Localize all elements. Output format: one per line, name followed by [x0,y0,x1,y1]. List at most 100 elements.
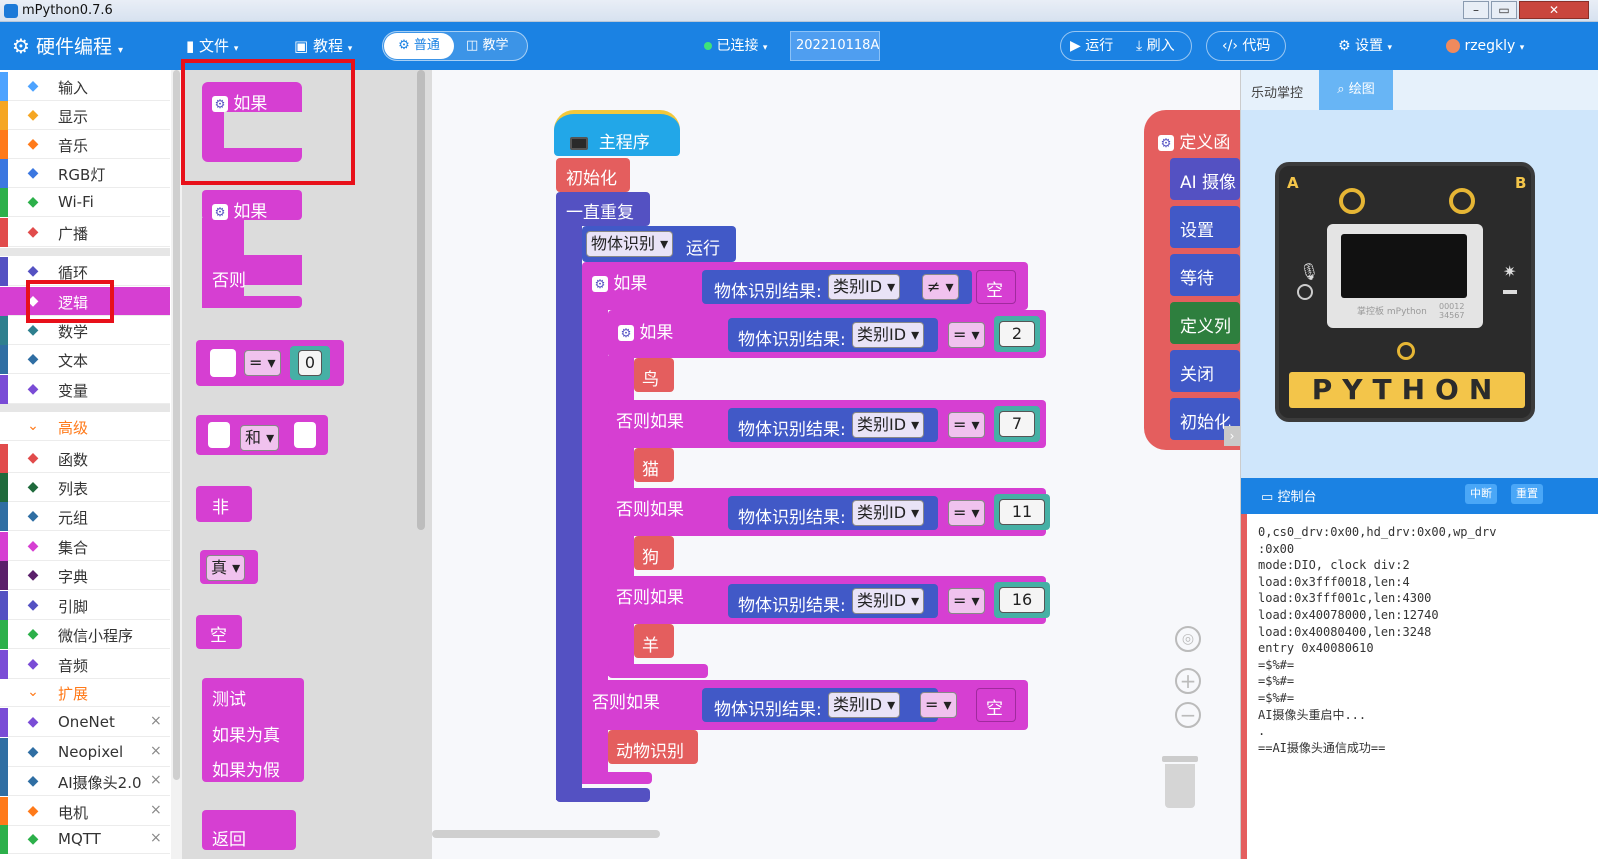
compare-op-dropdown[interactable]: = ▾ [244,350,281,376]
device-name-field[interactable]: 202210118AI [790,31,880,61]
number-value[interactable]: 7 [999,411,1035,437]
sidebar-item-17[interactable]: ◆ 引脚 [0,591,170,620]
flyout-scroll-thumb[interactable] [417,70,425,530]
tuple-icon: ◆ [27,508,39,524]
sidebar-item-19[interactable]: ◆ 音频 [0,650,170,679]
sidebar-item-18[interactable]: ◆ 微信小程序 [0,620,170,649]
sidebar-item-23[interactable]: ◆ AI摄像头2.0 × [0,767,170,796]
category-scrollbar[interactable] [171,70,182,859]
number-value[interactable]: 0 [298,350,322,376]
object-detect-dropdown[interactable]: 物体识别 ▾ [586,231,674,257]
sidebar-item-2[interactable]: ◆ 音乐 [0,130,170,159]
outer-if-arm [582,306,608,736]
brand-menu[interactable]: ⚙ 硬件编程 ▾ [12,22,123,70]
eq-dropdown[interactable]: = ▾ [920,692,957,718]
console-line: :0x00 [1258,541,1295,556]
sidebar-item-3[interactable]: ◆ RGB灯 [0,159,170,188]
sidebar-item-14[interactable]: ◆ 元组 [0,502,170,531]
category-scroll-thumb[interactable] [173,70,180,780]
eq-dropdown[interactable]: = ▾ [948,322,985,348]
null-label: 空 [210,626,227,646]
brand-label: 硬件编程 [35,36,112,58]
def-item-label: 等待 [1180,269,1214,289]
sidebar-item-22[interactable]: ◆ Neopixel × [0,738,170,767]
tab-board-control[interactable]: 乐动掌控 [1251,82,1303,101]
zoom-out-icon[interactable]: − [1175,702,1201,728]
sidebar-item-20[interactable]: ⌄ 扩展 [0,678,170,707]
sidebar-item-15[interactable]: ◆ 集合 [0,532,170,561]
sidebar-item-9[interactable]: ◆ 文本 [0,345,170,374]
interrupt-button[interactable]: 中断 [1465,484,1497,504]
eq-dropdown[interactable]: = ▾ [948,588,985,614]
true-dropdown[interactable]: 真 ▾ [206,555,246,581]
sidebar-item-13[interactable]: ◆ 列表 [0,473,170,502]
mode-normal-button[interactable]: ⚙ 普通 [384,33,454,59]
flyout-scrollbar[interactable] [416,70,426,530]
button-b[interactable] [1449,188,1475,214]
class-id-dropdown[interactable]: 类别ID ▾ [828,692,901,718]
if-label: 如果 [613,274,648,294]
console-output[interactable]: 0,cs0_drv:0x00,hd_drv:0x00,wp_drv:0x00 mo… [1258,524,1496,756]
block-workspace[interactable]: 主程序 初始化 一直重复 物体识别 ▾ 运行 ⚙ 如果 物体识别结果: 类别ID… [432,70,1240,859]
gear-icon[interactable]: ⚙ [592,276,608,292]
number-value[interactable]: 2 [999,321,1035,347]
zoom-in-icon[interactable]: + [1175,668,1201,694]
class-id-dropdown[interactable]: 类别ID ▾ [828,274,901,300]
remove-extension-icon[interactable]: × [150,772,162,788]
sidebar-item-0[interactable]: ◆ 输入 [0,72,170,101]
recenter-icon[interactable]: ◎ [1175,626,1201,652]
gear-icon[interactable]: ⚙ [1158,135,1174,151]
mic-icon: 🎙 [1299,262,1320,281]
sidebar-item-1[interactable]: ◆ 显示 [0,101,170,130]
elif-label: 否则如果 [592,693,660,713]
button-a[interactable] [1339,188,1365,214]
tab-draw[interactable]: ⌕ 绘图 [1319,70,1393,110]
minimize-button[interactable]: – [1463,1,1489,19]
chevron-down-icon: ⌄ [27,418,39,434]
close-button[interactable]: ✕ [1519,1,1589,19]
sidebar-item-10[interactable]: ◆ 变量 [0,375,170,404]
remove-extension-icon[interactable]: × [150,743,162,759]
class-id-dropdown[interactable]: 类别ID ▾ [852,588,925,614]
neq-dropdown[interactable]: ≠ ▾ [922,274,959,300]
sidebar-item-12[interactable]: ◆ 函数 [0,444,170,473]
gear-icon[interactable]: ⚙ [618,325,634,341]
light-slider-icon[interactable] [1503,290,1517,294]
user-menu[interactable]: rzegkly ▾ [1446,22,1524,70]
detect-result-label: 物体识别结果: [738,330,846,350]
workspace-hscrollbar[interactable] [432,830,660,838]
init-label: 初始化 [566,169,617,189]
eq-dropdown[interactable]: = ▾ [948,412,985,438]
elif-label: 否则如果 [616,500,684,520]
class-id-dropdown[interactable]: 类别ID ▾ [852,500,925,526]
sidebar-item-21[interactable]: ◆ OneNet × [0,708,170,737]
connection-status[interactable]: 已连接 ▾ [704,22,767,70]
run-button[interactable]: ▶ 运行 [1070,22,1113,70]
number-value[interactable]: 16 [999,587,1045,613]
define-function-label-wrap: ⚙ 定义函 [1158,128,1230,153]
remove-extension-icon[interactable]: × [150,713,162,729]
trash-icon[interactable] [1160,756,1200,808]
sidebar-item-24[interactable]: ◆ 电机 × [0,797,170,826]
class-id-dropdown[interactable]: 类别ID ▾ [852,322,925,348]
outer-if-foot [582,772,652,784]
sidebar-item-25[interactable]: ◆ MQTT × [0,825,170,854]
maximize-button[interactable]: ▭ [1491,1,1517,19]
sidebar-item-16[interactable]: ◆ 字典 [0,561,170,590]
remove-extension-icon[interactable]: × [150,830,162,846]
remove-extension-icon[interactable]: × [150,802,162,818]
class-id-dropdown[interactable]: 类别ID ▾ [852,412,925,438]
sidebar-item-4[interactable]: ◆ Wi-Fi [0,188,170,217]
gear-icon[interactable]: ⚙ [212,204,228,220]
flash-button[interactable]: ⤓ 刷入 [1136,22,1175,70]
settings-menu[interactable]: ⚙ 设置 ▾ [1338,22,1392,70]
sound-sensor-icon[interactable] [1297,284,1313,300]
sidebar-item-5[interactable]: ◆ 广播 [0,218,170,247]
sidebar-item-11[interactable]: ⌄ 高级 [0,412,170,441]
mode-teach-button[interactable]: ◫ 教学 [466,33,508,59]
eq-dropdown[interactable]: = ▾ [948,500,985,526]
and-op-dropdown[interactable]: 和 ▾ [240,425,280,451]
chevron-right-icon[interactable]: › [1224,426,1240,446]
reset-button[interactable]: 重置 [1511,484,1543,504]
number-value[interactable]: 11 [999,499,1045,525]
